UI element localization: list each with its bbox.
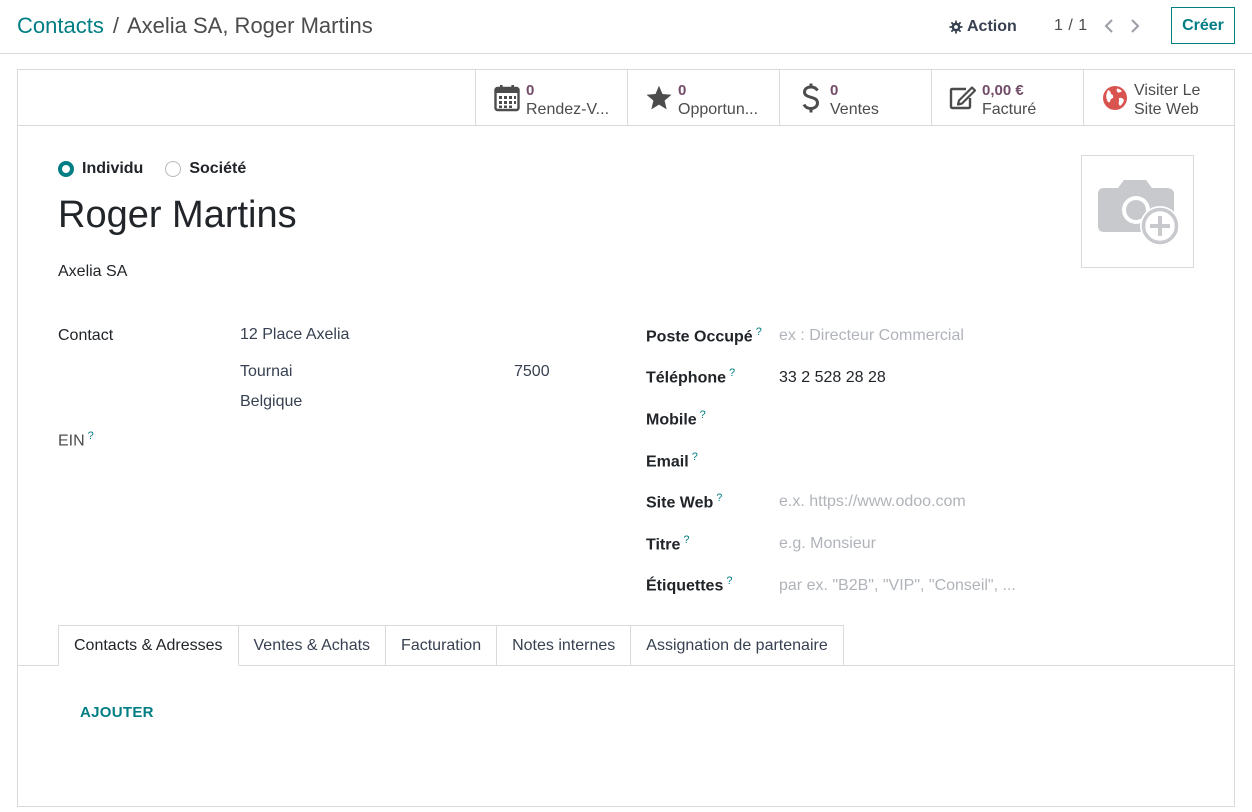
meetings-smart-button[interactable]: 0 Rendez-V...: [475, 70, 627, 125]
dollar-icon: [802, 83, 820, 113]
ein-help-icon[interactable]: ?: [88, 430, 94, 442]
ein-label: EIN?: [58, 430, 94, 450]
mobile-label: Mobile?: [646, 409, 706, 429]
meetings-count: 0: [526, 82, 535, 99]
street-field[interactable]: 12 Place Axelia: [240, 326, 349, 344]
breadcrumb-current: Axelia SA, Roger Martins: [126, 13, 373, 38]
title-help-icon[interactable]: ?: [683, 534, 689, 546]
tab-partner-assignment[interactable]: Assignation de partenaire: [631, 625, 844, 666]
title-input[interactable]: e.g. Monsieur: [779, 535, 876, 553]
phone-input[interactable]: 33 2 528 28 28: [779, 369, 886, 387]
tags-label-text: Étiquettes: [646, 577, 724, 595]
job-position-input[interactable]: ex : Directeur Commercial: [779, 327, 964, 345]
tab-invoicing[interactable]: Facturation: [386, 625, 498, 666]
title-label-text: Titre: [646, 536, 681, 554]
title-label: Titre?: [646, 534, 690, 554]
parent-company-field[interactable]: Axelia SA: [58, 263, 127, 281]
tab-internal-notes[interactable]: Notes internes: [497, 625, 632, 666]
mobile-help-icon[interactable]: ?: [700, 409, 706, 421]
calendar-icon: [494, 85, 520, 112]
radio-individual-indicator[interactable]: [58, 161, 74, 177]
globe-icon: [1103, 86, 1127, 110]
breadcrumb-separator: /: [112, 13, 119, 38]
visit-website-label-line2: Site Web: [1134, 101, 1199, 118]
visit-website-smart-button[interactable]: Visiter Le Site Web: [1083, 70, 1235, 125]
action-label: Action: [967, 18, 1017, 35]
invoice-edit-icon: [949, 86, 977, 110]
star-icon: [646, 85, 672, 110]
notebook-tabs: Contacts & Adresses Ventes & Achats Fact…: [58, 625, 844, 666]
job-position-help-icon[interactable]: ?: [756, 326, 762, 338]
tab-sales-purchases[interactable]: Ventes & Achats: [238, 625, 387, 666]
radio-individual-label: Individu: [82, 160, 144, 177]
email-label: Email?: [646, 451, 698, 471]
city-field[interactable]: Tournai: [240, 363, 292, 381]
control-panel: Contacts / Axelia SA, Roger Martins Action…: [0, 0, 1252, 54]
create-button[interactable]: Créer: [1171, 7, 1235, 44]
sales-label: Ventes: [830, 101, 879, 118]
tags-input[interactable]: par ex. "B2B", "VIP", "Conseil", ...: [779, 577, 1016, 595]
invoiced-smart-button[interactable]: 0,00 € Facturé: [931, 70, 1083, 125]
contact-name-field[interactable]: Roger Martins: [58, 192, 297, 238]
radio-company[interactable]: Société: [165, 160, 246, 178]
ein-label-text: EIN: [58, 432, 85, 450]
smart-button-box: 0 Rendez-V... 0 Opportun... 0 Ventes 0,0…: [475, 70, 1235, 125]
radio-company-indicator[interactable]: [165, 161, 182, 177]
pager-value[interactable]: 1 / 1: [1054, 17, 1088, 35]
email-label-text: Email: [646, 453, 689, 471]
job-position-label: Poste Occupé?: [646, 326, 762, 346]
chevron-left-icon: [1104, 19, 1113, 33]
invoiced-label: Facturé: [982, 101, 1037, 118]
form-sheet: 0 Rendez-V... 0 Opportun... 0 Ventes 0,0…: [17, 69, 1235, 807]
website-label-text: Site Web: [646, 494, 714, 512]
phone-help-icon[interactable]: ?: [729, 367, 735, 379]
opportunities-label: Opportun...: [678, 101, 759, 118]
invoiced-amount: 0,00 €: [982, 82, 1024, 99]
action-menu-button[interactable]: Action: [949, 15, 1017, 39]
website-help-icon[interactable]: ?: [716, 492, 722, 504]
breadcrumb: Contacts / Axelia SA, Roger Martins: [17, 12, 373, 40]
radio-company-label: Société: [189, 160, 247, 177]
opportunities-smart-button[interactable]: 0 Opportun...: [627, 70, 779, 125]
meetings-label: Rendez-V...: [526, 101, 610, 118]
contact-address-label: Contact: [58, 327, 114, 344]
visit-website-label-line1: Visiter Le: [1134, 82, 1201, 99]
radio-individual[interactable]: Individu: [58, 160, 143, 178]
smart-button-divider: [18, 125, 1234, 126]
website-input[interactable]: e.x. https://www.odoo.com: [779, 493, 966, 511]
opportunities-count: 0: [678, 82, 687, 99]
phone-label-text: Téléphone: [646, 369, 727, 387]
camera-plus-icon: [1097, 179, 1180, 246]
country-field[interactable]: Belgique: [240, 393, 302, 411]
add-contact-button[interactable]: AJOUTER: [80, 704, 154, 721]
gear-icon: [949, 20, 963, 34]
tags-help-icon[interactable]: ?: [726, 575, 732, 587]
avatar-upload[interactable]: [1081, 155, 1194, 268]
mobile-label-text: Mobile: [646, 411, 697, 429]
job-position-label-text: Poste Occupé: [646, 328, 753, 346]
company-type-selector: Individu Société: [58, 160, 268, 178]
phone-label: Téléphone?: [646, 367, 735, 387]
sales-count: 0: [830, 82, 839, 99]
email-help-icon[interactable]: ?: [692, 451, 698, 463]
chevron-right-icon: [1131, 19, 1140, 33]
pager-previous-button[interactable]: [1101, 16, 1117, 36]
tab-contacts-addresses[interactable]: Contacts & Adresses: [58, 625, 239, 666]
website-label: Site Web?: [646, 492, 722, 512]
sales-smart-button[interactable]: 0 Ventes: [779, 70, 931, 125]
breadcrumb-contacts-link[interactable]: Contacts: [17, 13, 104, 38]
pager-next-button[interactable]: [1127, 16, 1143, 36]
zip-field[interactable]: 7500: [514, 363, 550, 381]
tags-label: Étiquettes?: [646, 575, 732, 595]
